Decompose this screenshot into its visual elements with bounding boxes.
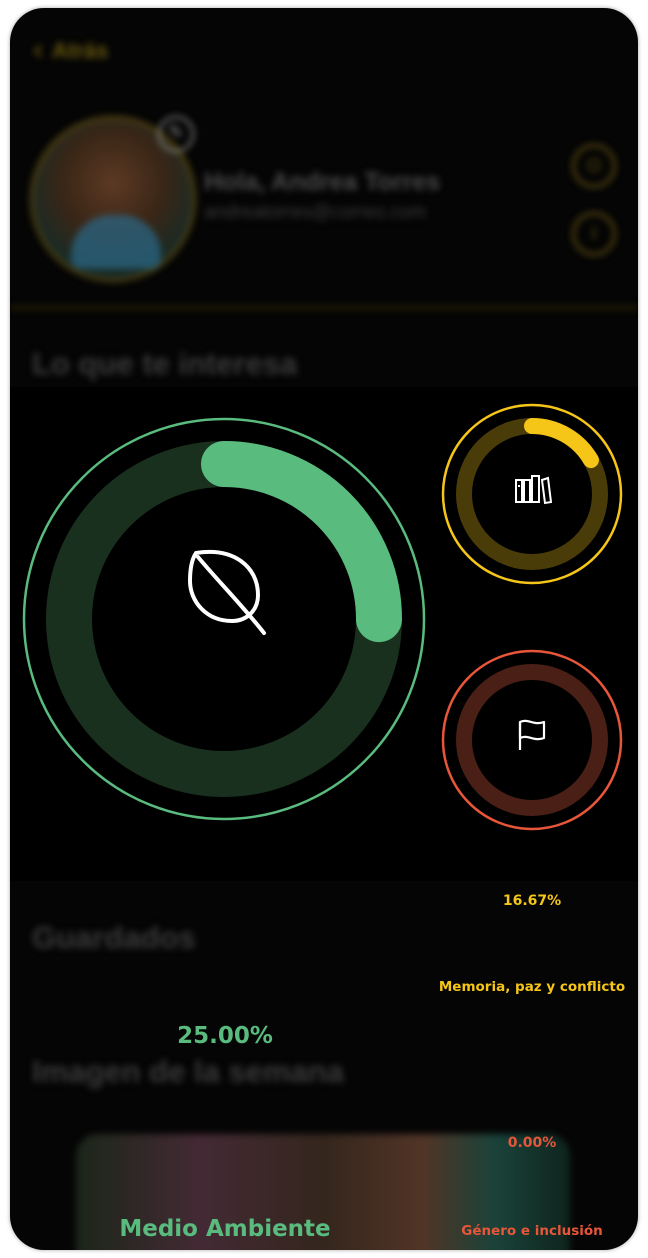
avatar-photo-detail — [71, 215, 161, 269]
edit-avatar-icon[interactable]: ✎ — [158, 116, 194, 152]
divider — [10, 306, 638, 309]
back-button[interactable]: ‹ Atrás — [32, 36, 108, 66]
phone-screen: ‹ Atrás ✎ Hola, Andrea Torres andreatorr… — [10, 8, 638, 1250]
interest-percent-memoria: 16.67% — [502, 893, 562, 909]
back-label: Atrás — [52, 38, 109, 63]
interest-rings — [22, 403, 623, 831]
chevron-left-icon: ‹ — [32, 33, 44, 68]
ring-progress-arc — [464, 672, 600, 808]
interest-percent-genero: 0.00% — [507, 1135, 557, 1151]
interest-label-memoria: Memoria, paz y conflicto — [438, 979, 626, 995]
greeting: Hola, Andrea Torres — [204, 168, 441, 196]
logout-icon[interactable]: ⏻ — [572, 144, 616, 188]
flag-icon — [518, 719, 546, 750]
leaf-icon — [188, 549, 266, 635]
interests-panel: 25.00% Medio Ambiente 16.67% Memoria, pa… — [10, 387, 638, 1242]
interest-ring-memoria[interactable] — [441, 403, 623, 585]
books-icon — [515, 475, 553, 505]
interest-label-environment: Medio Ambiente — [119, 1216, 331, 1242]
saved-title: Guardados — [32, 920, 196, 955]
interest-percent-environment: 25.00% — [177, 1023, 273, 1049]
interests-title: Lo que te interesa — [32, 346, 298, 381]
week-image-title: Imagen de la semana — [32, 1054, 344, 1089]
info-icon[interactable]: i — [572, 212, 616, 256]
interest-ring-environment[interactable] — [22, 417, 426, 821]
interest-ring-genero[interactable] — [441, 649, 623, 831]
user-email: andreatorres@correo.com — [204, 202, 427, 223]
interest-label-genero: Género e inclusión — [461, 1223, 603, 1239]
